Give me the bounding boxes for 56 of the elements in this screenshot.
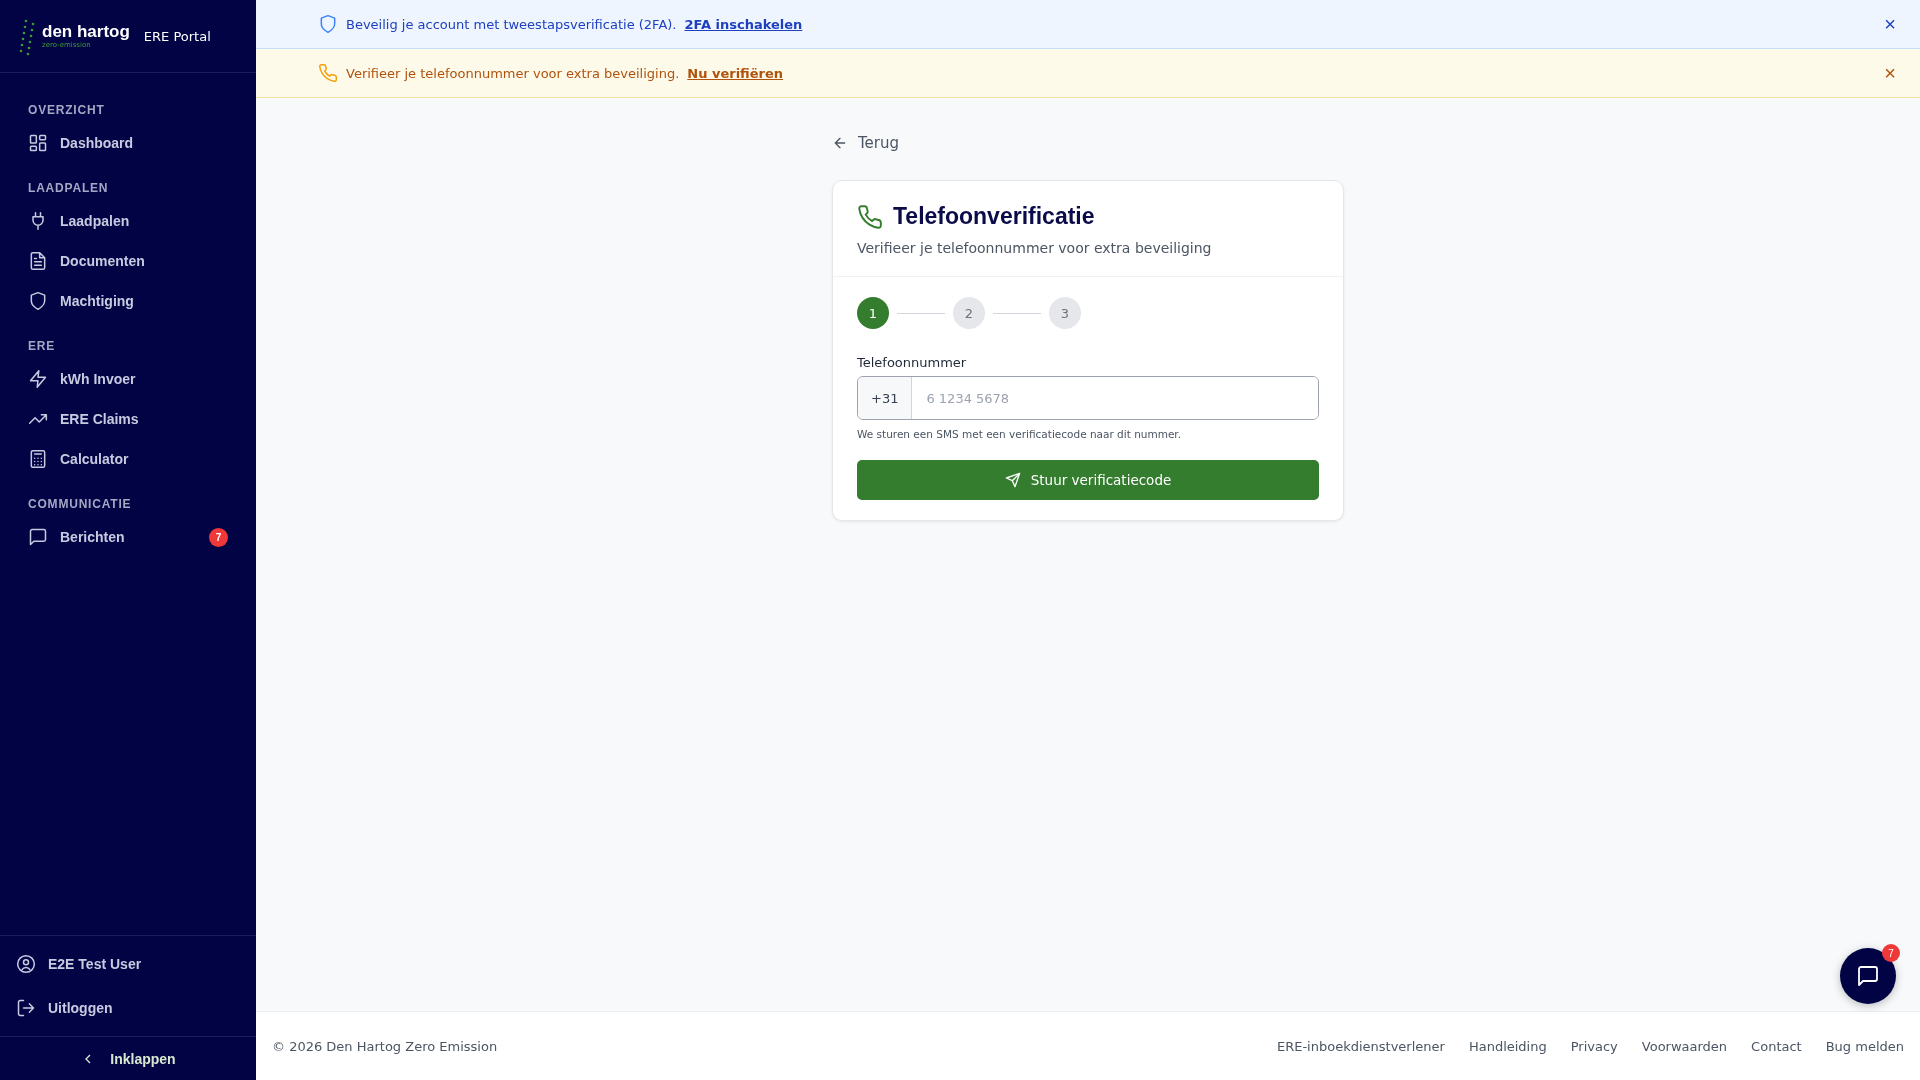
card-title: Telefoonverificatie bbox=[893, 203, 1095, 230]
field-hint: We sturen een SMS met een verificatiecode naar dit nummer. bbox=[857, 428, 1183, 440]
section-heading: LAADPALEN bbox=[27, 180, 110, 197]
sidebar-item[interactable]: ERE Claims bbox=[0, 399, 256, 439]
user-icon bbox=[16, 954, 36, 974]
sidebar-item[interactable]: Calculator bbox=[0, 439, 256, 479]
footer-link[interactable]: Contact bbox=[1751, 1038, 1802, 1054]
count-badge: 7 bbox=[1882, 944, 1900, 962]
banner-link[interactable]: 2FA inschakelen bbox=[684, 16, 803, 32]
message-icon bbox=[1856, 964, 1880, 988]
shield-icon bbox=[28, 291, 48, 311]
send-code-button[interactable]: Stuur verificatiecode bbox=[857, 460, 1319, 500]
logout-icon bbox=[16, 998, 36, 1018]
footer-link[interactable]: Bug melden bbox=[1825, 1038, 1904, 1054]
send-icon bbox=[1004, 472, 1021, 488]
shield-icon bbox=[318, 14, 338, 34]
phone-icon bbox=[318, 63, 338, 83]
section-heading: ERE bbox=[27, 338, 57, 355]
sidebar-item[interactable]: Berichten 7 bbox=[0, 517, 256, 557]
grid-icon bbox=[28, 133, 48, 153]
sidebar-item[interactable]: kWh Invoer bbox=[0, 359, 256, 399]
back-link[interactable]: Terug bbox=[832, 128, 900, 158]
sidebar-item[interactable]: Documenten bbox=[0, 241, 256, 281]
step-indicator: 2 bbox=[953, 297, 985, 329]
logout-item[interactable]: Uitloggen bbox=[0, 986, 256, 1030]
logo-name: den hartog bbox=[42, 23, 130, 41]
banner-link[interactable]: Nu verifiëren bbox=[687, 65, 784, 81]
footer-link[interactable]: Privacy bbox=[1570, 1038, 1618, 1054]
calculator-icon bbox=[28, 449, 48, 469]
footer-link[interactable]: Handleiding bbox=[1468, 1038, 1547, 1054]
section-heading: COMMUNICATIE bbox=[27, 496, 133, 513]
section-heading: OVERZICHT bbox=[27, 102, 106, 119]
country-code: +31 bbox=[858, 377, 913, 419]
user-item[interactable]: E2E Test User bbox=[0, 942, 256, 986]
banner-text: Beveilig je account met tweestapsverificatie (2FA). bbox=[346, 16, 677, 32]
sidebar-item[interactable]: Laadpalen bbox=[0, 201, 256, 241]
copyright-text: © 2026 Den Hartog Zero Emission bbox=[272, 1038, 498, 1054]
arrow-left-icon bbox=[832, 135, 848, 151]
sidebar-item[interactable]: Dashboard bbox=[0, 123, 256, 163]
footer-link[interactable]: Voorwaarden bbox=[1641, 1038, 1728, 1054]
footer-link[interactable]: ERE-inboekdienstverlener bbox=[1276, 1038, 1445, 1054]
close-button[interactable]: × bbox=[1880, 61, 1900, 85]
close-button[interactable]: × bbox=[1880, 12, 1900, 36]
count-badge: 7 bbox=[209, 527, 228, 547]
sidebar-item[interactable]: Machtiging bbox=[0, 281, 256, 321]
card-subtitle: Verifieer je telefoonnummer voor extra beveiliging bbox=[857, 240, 1213, 256]
field-label: Telefoonnummer bbox=[857, 355, 968, 370]
portal-title: ERE Portal bbox=[143, 28, 211, 44]
phone-input-field[interactable]: +31 6 1234 5678 bbox=[857, 376, 1319, 420]
banner-text: Verifieer je telefoonnummer voor extra beveiliging. bbox=[346, 65, 680, 81]
document-icon bbox=[28, 251, 48, 271]
step-indicator: 1 bbox=[857, 297, 889, 329]
message-icon bbox=[28, 527, 48, 547]
step-indicator: 3 bbox=[1049, 297, 1081, 329]
lightning-icon bbox=[28, 369, 48, 389]
phone-icon bbox=[857, 203, 883, 230]
